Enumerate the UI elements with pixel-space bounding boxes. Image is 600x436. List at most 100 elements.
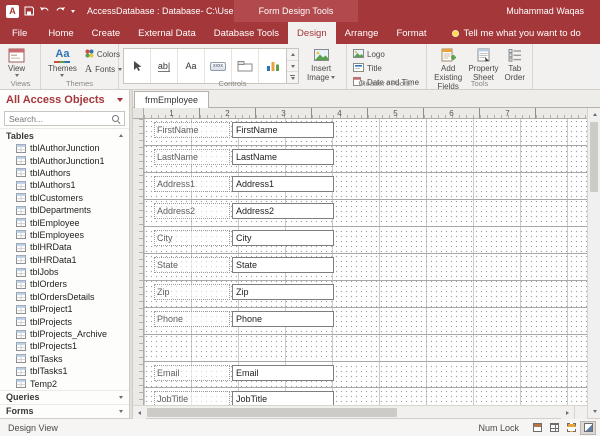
field-textbox-control[interactable]: City (232, 230, 334, 246)
field-textbox-control[interactable]: State (232, 257, 334, 273)
table-list-item[interactable]: tblAuthorJunction1 (0, 154, 129, 166)
field-label-control[interactable]: Address2 (154, 203, 230, 219)
section-queries[interactable]: Queries (0, 390, 129, 404)
field-textbox-control[interactable]: JobTitle (232, 391, 334, 405)
select-icon[interactable] (124, 49, 151, 83)
field-textbox-control[interactable]: Phone (232, 311, 334, 327)
field-label-control[interactable]: Address1 (154, 176, 230, 192)
field-textbox-control[interactable]: FirstName (232, 122, 334, 138)
field-label-control[interactable]: City (154, 230, 230, 246)
tab-control-icon[interactable] (232, 49, 259, 83)
tab-design[interactable]: Design (288, 22, 336, 44)
tables-collapse-icon[interactable] (119, 134, 123, 137)
field-label-control[interactable]: JobTitle (154, 391, 230, 405)
layout-view-button[interactable] (563, 421, 579, 435)
vscroll-thumb[interactable] (590, 122, 598, 192)
form-view-button[interactable] (529, 421, 545, 435)
table-list-item[interactable]: tblProjects_Archive (0, 328, 129, 340)
table-list-item[interactable]: tblAuthorJunction (0, 142, 129, 154)
field-label-control[interactable]: Zip (154, 284, 230, 300)
redo-icon[interactable] (55, 6, 66, 16)
scroll-down-icon[interactable] (588, 405, 600, 418)
datasheet-view-button[interactable] (546, 421, 562, 435)
form-selector[interactable] (133, 108, 144, 119)
table-list-item[interactable]: tblAuthors (0, 167, 129, 179)
tab-external-data[interactable]: External Data (129, 22, 205, 44)
table-list-item[interactable]: Temp2 (0, 377, 129, 389)
table-list-item[interactable]: tblProjects (0, 315, 129, 327)
title-button[interactable]: Title (351, 62, 421, 75)
nav-pane-caret-icon[interactable] (117, 98, 123, 102)
access-window: A AccessDatabase : Database- C:\Users\Mu… (0, 0, 600, 436)
field-label-control[interactable]: Phone (154, 311, 230, 327)
gallery-scroll-down-icon[interactable] (287, 61, 298, 73)
table-list-item[interactable]: tblOrders (0, 278, 129, 290)
tab-file[interactable]: File (0, 22, 39, 44)
field-textbox-control[interactable]: Address1 (232, 176, 334, 192)
section-tables[interactable]: Tables (0, 128, 129, 142)
access-logo-icon[interactable]: A (6, 5, 19, 18)
field-textbox-control[interactable]: LastName (232, 149, 334, 165)
table-list-item[interactable]: tblCustomers (0, 192, 129, 204)
search-icon[interactable] (111, 114, 121, 124)
themes-icon-text: Aa (55, 48, 69, 60)
scroll-up-icon[interactable] (588, 108, 600, 121)
table-list-item[interactable]: tblTasks (0, 353, 129, 365)
field-label-control[interactable]: FirstName (154, 122, 230, 138)
form-design-grid[interactable]: FirstName FirstName LastName (144, 119, 587, 405)
table-list-item[interactable]: tblHRData (0, 241, 129, 253)
horizontal-scrollbar[interactable] (133, 405, 587, 418)
table-list-item[interactable]: tblAuthors1 (0, 179, 129, 191)
account-name[interactable]: Muhammad Waqas (506, 6, 600, 16)
nav-pane-title[interactable]: All Access Objects (0, 90, 129, 110)
tab-home[interactable]: Home (39, 22, 82, 44)
hscroll-thumb[interactable] (147, 408, 397, 417)
tab-create[interactable]: Create (83, 22, 130, 44)
field-textbox-control[interactable]: Address2 (232, 203, 334, 219)
table-list-item[interactable]: tblHRData1 (0, 254, 129, 266)
table-list-item[interactable]: tblTasks1 (0, 365, 129, 377)
vertical-ruler[interactable] (133, 119, 144, 405)
horizontal-ruler[interactable]: 1 2 3 4 5 6 7 (144, 108, 587, 119)
tab-arrange[interactable]: Arrange (336, 22, 388, 44)
label-icon[interactable]: Aa (178, 49, 205, 83)
table-list-item[interactable]: tblOrdersDetails (0, 291, 129, 303)
insert-image-button[interactable]: Insert Image (304, 46, 338, 83)
undo-icon[interactable] (39, 6, 50, 16)
themes-button[interactable]: Aa Themes (45, 46, 80, 78)
table-list-item[interactable]: tblProjects1 (0, 340, 129, 352)
search-input[interactable] (5, 114, 111, 124)
scroll-left-icon[interactable] (133, 406, 146, 419)
design-view-button[interactable] (580, 421, 596, 435)
forms-section-label: Forms (6, 406, 34, 416)
vertical-scrollbar[interactable] (587, 108, 600, 418)
field-textbox-control[interactable]: Zip (232, 284, 334, 300)
table-list-item[interactable]: tblEmployees (0, 229, 129, 241)
document-tab-frmemployee[interactable]: frmEmployee (134, 91, 209, 108)
table-list-item[interactable]: tblEmployee (0, 216, 129, 228)
queries-expand-icon[interactable] (119, 396, 123, 399)
save-icon[interactable] (24, 6, 34, 16)
table-list-item[interactable]: tblDepartments (0, 204, 129, 216)
field-label-control[interactable]: Email (154, 365, 230, 381)
tab-database-tools[interactable]: Database Tools (205, 22, 288, 44)
table-list-item[interactable]: tblProject1 (0, 303, 129, 315)
section-forms[interactable]: Forms (0, 404, 129, 418)
scroll-right-icon[interactable] (561, 406, 574, 419)
qat-customize-caret-icon[interactable] (71, 10, 75, 13)
field-textbox-control[interactable]: Email (232, 365, 334, 381)
logo-button[interactable]: Logo (351, 48, 421, 61)
tab-format[interactable]: Format (387, 22, 435, 44)
button-icon[interactable]: xxxx (205, 49, 232, 83)
field-label-control[interactable]: State (154, 257, 230, 273)
field-label-control[interactable]: LastName (154, 149, 230, 165)
tell-me-box[interactable]: Tell me what you want to do (442, 22, 591, 44)
ruler-cell: 5 (368, 108, 424, 118)
chart-icon[interactable] (259, 49, 286, 83)
forms-expand-icon[interactable] (119, 410, 123, 413)
field-label-text: FirstName (157, 125, 199, 135)
table-list-item[interactable]: tblJobs (0, 266, 129, 278)
textbox-icon[interactable]: ab| (151, 49, 178, 83)
gallery-scroll-up-icon[interactable] (287, 49, 298, 61)
view-button[interactable]: View (5, 46, 28, 78)
